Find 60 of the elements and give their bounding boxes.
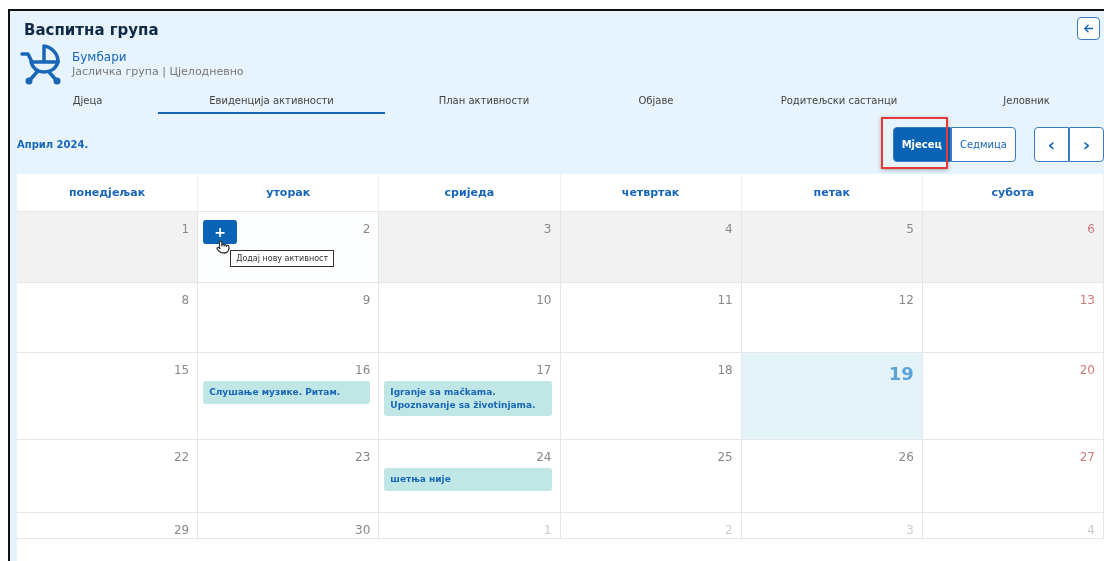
weekday-header: петак — [741, 174, 923, 211]
day-number: 8 — [181, 293, 190, 307]
activity-event[interactable]: Igranje sa mačkama. Upoznavanje sa životinjama. — [384, 381, 552, 417]
add-activity-button[interactable]: + — [203, 220, 238, 244]
day-cell[interactable]: 19 — [741, 353, 923, 439]
day-number: 22 — [173, 450, 190, 464]
day-number: 15 — [173, 363, 190, 377]
day-number: 30 — [355, 523, 371, 537]
day-number: 5 — [906, 222, 914, 236]
day-number: 18 — [717, 363, 733, 377]
day-number: 2 — [362, 222, 371, 236]
weekday-header: сриједа — [379, 174, 561, 211]
day-number: 24 — [536, 450, 552, 464]
day-number: 9 — [362, 293, 371, 307]
day-number: 23 — [355, 450, 371, 464]
page-title: Васпитна група — [24, 20, 159, 39]
weekday-header: понедјељак — [17, 174, 199, 211]
view-button[interactable]: Мјесец — [892, 127, 951, 162]
period-label: Април 2024. — [17, 139, 89, 150]
weekday-header: четвртак — [560, 174, 742, 211]
tab[interactable]: Јеловник — [949, 88, 1104, 114]
next-button[interactable]: › — [1069, 127, 1104, 162]
tab[interactable]: Евиденција активности — [158, 88, 385, 114]
group-info: Јасличка група | Цјелодневно — [72, 65, 244, 78]
activity-event[interactable]: шетња није — [384, 468, 552, 491]
day-number: 27 — [1079, 450, 1095, 464]
tooltip: Додај нову активност — [230, 250, 335, 267]
day-cell[interactable]: 3 — [379, 212, 561, 282]
previous-button[interactable]: ‹ — [1034, 127, 1069, 162]
back-button[interactable] — [1077, 17, 1100, 40]
day-cell[interactable]: 5 — [741, 212, 923, 282]
day-number: 26 — [898, 450, 914, 464]
weekday-header: субота — [922, 174, 1104, 211]
day-number: 19 — [888, 363, 914, 384]
day-number: 6 — [1087, 222, 1095, 236]
weekday-header: уторак — [198, 174, 380, 211]
tab[interactable]: Родитељски састанци — [729, 88, 949, 114]
day-number: 20 — [1079, 363, 1095, 377]
day-cell[interactable]: 6 — [922, 212, 1104, 282]
day-cell[interactable]: 4 — [560, 212, 742, 282]
day-number: 12 — [898, 293, 914, 307]
day-number: 4 — [725, 222, 733, 236]
day-number: 17 — [536, 363, 552, 377]
day-number: 29 — [173, 523, 190, 537]
day-number: 3 — [543, 222, 552, 236]
day-number: 10 — [536, 293, 552, 307]
view-button[interactable]: Седмица — [950, 127, 1016, 162]
day-number: 1 — [181, 222, 190, 236]
day-number: 13 — [1079, 293, 1095, 307]
hand-cursor-icon — [216, 240, 231, 254]
tab[interactable]: План активности — [385, 88, 583, 114]
arrow-left-icon — [1083, 23, 1094, 34]
day-number: 25 — [717, 450, 733, 464]
tab[interactable]: Дјеца — [17, 88, 158, 114]
day-cell[interactable]: 1 — [17, 212, 199, 282]
activity-event[interactable]: Слушање музике. Ритам. — [203, 381, 371, 404]
tab[interactable]: Објаве — [583, 88, 729, 114]
group-name: Бумбари — [72, 50, 128, 64]
day-number: 11 — [717, 293, 733, 307]
day-number: 16 — [355, 363, 371, 377]
